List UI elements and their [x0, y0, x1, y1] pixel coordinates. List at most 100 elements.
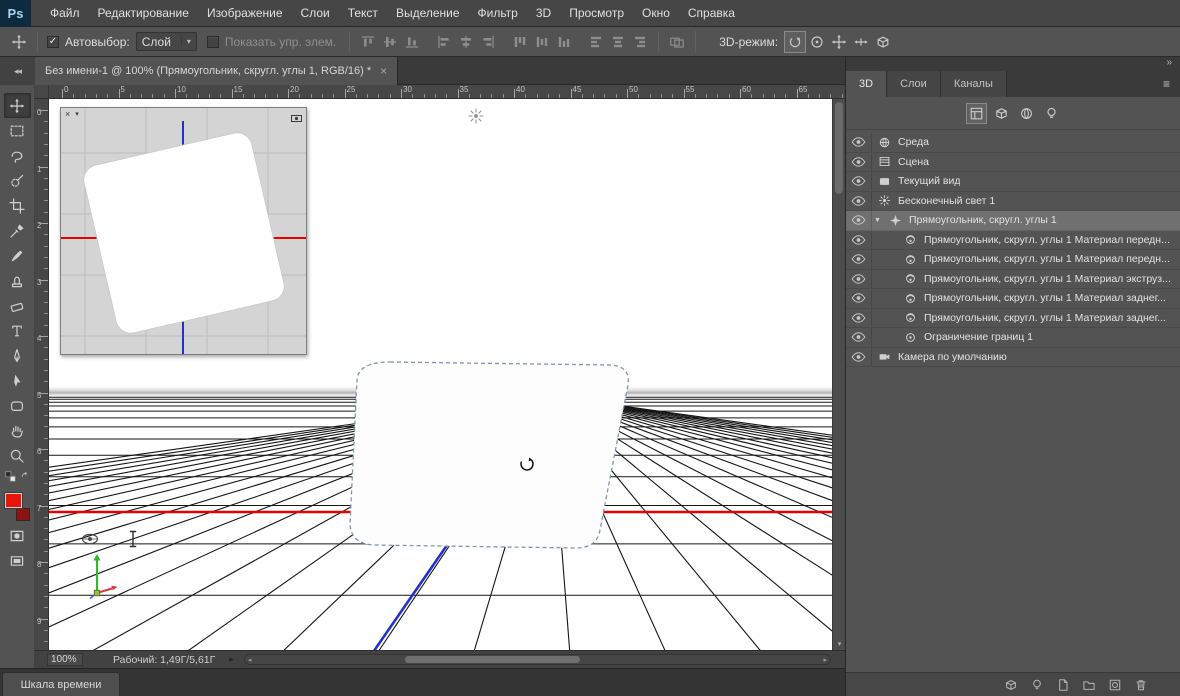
3d-tree-item[interactable]: Прямоугольник, скругл. углы 1 Материал з… [846, 309, 1180, 329]
filter-lights-icon[interactable] [1041, 103, 1062, 124]
swap-colors-icon[interactable] [19, 470, 31, 488]
document-tab[interactable]: Без имени-1 @ 100% (Прямоугольник, скруг… [35, 57, 398, 85]
align-bottom-icon[interactable] [401, 31, 423, 53]
visibility-eye-icon[interactable] [846, 172, 872, 191]
rounded-rectangle-tool[interactable] [4, 393, 31, 418]
scale-mode-icon[interactable] [872, 31, 894, 53]
visibility-eye-icon[interactable] [846, 211, 872, 230]
menu-item[interactable]: Редактирование [89, 0, 198, 27]
type-tool[interactable] [4, 318, 31, 343]
visibility-eye-icon[interactable] [846, 348, 872, 367]
secondary-view-menu-icon[interactable]: ▾ [75, 110, 79, 118]
horizontal-scrollbar-thumb[interactable] [405, 656, 580, 663]
menu-item[interactable]: Окно [633, 0, 679, 27]
dist-right-icon[interactable] [629, 31, 651, 53]
new-light-icon[interactable] [1030, 678, 1044, 692]
3d-tree-item[interactable]: Текущий вид [846, 172, 1180, 192]
zoom-tool[interactable] [4, 443, 31, 468]
hand-tool[interactable] [4, 418, 31, 443]
menu-item[interactable]: Слои [292, 0, 339, 27]
3d-tree-item[interactable]: Прямоугольник, скругл. углы 1 Материал э… [846, 270, 1180, 290]
3d-tree-item[interactable]: Сцена [846, 153, 1180, 173]
3d-tree-item[interactable]: Бесконечный свет 1 [846, 192, 1180, 212]
autoselect-checkbox[interactable]: ✓ [47, 36, 59, 48]
background-color-swatch[interactable] [16, 508, 30, 521]
secondary-view-swap-icon[interactable] [291, 110, 302, 128]
brush-tool[interactable] [4, 243, 31, 268]
menu-item[interactable]: Изображение [198, 0, 292, 27]
auto-align-icon[interactable] [666, 31, 688, 53]
scroll-left-icon[interactable]: ◂ [248, 656, 252, 664]
visibility-eye-icon[interactable] [846, 328, 872, 347]
3d-tree-item[interactable]: Прямоугольник, скругл. углы 1 Материал п… [846, 231, 1180, 251]
visibility-eye-icon[interactable] [846, 270, 872, 289]
dist-vcenter-icon[interactable] [531, 31, 553, 53]
visibility-eye-icon[interactable] [846, 289, 872, 308]
lasso-tool[interactable] [4, 143, 31, 168]
ruler-origin[interactable] [35, 85, 49, 99]
menu-item[interactable]: Справка [679, 0, 744, 27]
clone-stamp-tool[interactable] [4, 268, 31, 293]
quick-mask-icon[interactable] [4, 523, 31, 548]
visibility-eye-icon[interactable] [846, 231, 872, 250]
move-tool[interactable] [4, 93, 31, 118]
dist-left-icon[interactable] [585, 31, 607, 53]
dist-hcenter-icon[interactable] [607, 31, 629, 53]
timeline-tab[interactable]: Шкала времени [2, 672, 120, 696]
visibility-eye-icon[interactable] [846, 153, 872, 172]
orbit-mode-icon[interactable] [784, 31, 806, 53]
default-colors-icon[interactable] [4, 470, 17, 488]
vertical-scrollbar[interactable]: ▾ [832, 99, 845, 650]
menu-item[interactable]: Просмотр [560, 0, 633, 27]
collapse-arrow-icon[interactable]: ▼ [872, 217, 883, 224]
filter-materials-icon[interactable] [1016, 103, 1037, 124]
render-icon[interactable] [1108, 678, 1122, 692]
crop-tool[interactable] [4, 193, 31, 218]
roll-mode-icon[interactable] [806, 31, 828, 53]
panel-tab-3D[interactable]: 3D [846, 71, 887, 97]
close-icon[interactable]: × [380, 64, 387, 78]
screen-mode-icon[interactable] [4, 548, 31, 573]
3d-tree-item[interactable]: ▼Прямоугольник, скругл. углы 1 [846, 211, 1180, 231]
secondary-view-close-icon[interactable]: × [65, 109, 70, 119]
align-right-icon[interactable] [477, 31, 499, 53]
3d-tree-item[interactable]: Прямоугольник, скругл. углы 1 Материал п… [846, 250, 1180, 270]
new-texture-icon[interactable] [1056, 678, 1070, 692]
new-mesh-icon[interactable] [1004, 678, 1018, 692]
filter-scene-icon[interactable] [966, 103, 987, 124]
foreground-color-swatch[interactable] [5, 493, 22, 508]
3d-tree-item[interactable]: Ограничение границ 1 [846, 328, 1180, 348]
visibility-eye-icon[interactable] [846, 192, 872, 211]
zoom-level[interactable]: 100% [47, 653, 83, 666]
panel-menu-icon[interactable]: ≡ [1163, 77, 1170, 91]
menu-item[interactable]: Файл [41, 0, 89, 27]
3d-tree-item[interactable]: Среда [846, 133, 1180, 153]
menu-item[interactable]: Выделение [387, 0, 469, 27]
quick-selection-tool[interactable] [4, 168, 31, 193]
align-hcenter-icon[interactable] [455, 31, 477, 53]
vertical-scrollbar-thumb[interactable] [835, 102, 843, 194]
dist-top-icon[interactable] [509, 31, 531, 53]
pen-tool[interactable] [4, 343, 31, 368]
path-selection-tool[interactable] [4, 368, 31, 393]
eyedropper-tool[interactable] [4, 218, 31, 243]
slide-mode-icon[interactable] [850, 31, 872, 53]
toolbar-collapse-icon[interactable]: ◂◂ [0, 57, 35, 85]
visibility-eye-icon[interactable] [846, 133, 872, 152]
scroll-right-icon[interactable]: ▸ [823, 656, 827, 664]
autoselect-target-dropdown[interactable]: Слой ▾ [136, 32, 197, 51]
new-group-icon[interactable] [1082, 678, 1096, 692]
menu-item[interactable]: Фильтр [469, 0, 527, 27]
align-left-icon[interactable] [433, 31, 455, 53]
delete-icon[interactable] [1134, 678, 1148, 692]
align-vcenter-icon[interactable] [379, 31, 401, 53]
menu-item[interactable]: Текст [339, 0, 387, 27]
panel-tab-Каналы[interactable]: Каналы [941, 71, 1007, 97]
secondary-view[interactable]: × ▾ [60, 107, 307, 355]
visibility-eye-icon[interactable] [846, 309, 872, 328]
panel-collapse-icon[interactable]: » [1166, 57, 1172, 68]
horizontal-scrollbar[interactable]: ◂ ▸ [244, 654, 831, 665]
menu-item[interactable]: 3D [527, 0, 560, 27]
panel-tab-Слои[interactable]: Слои [887, 71, 941, 97]
eraser-tool[interactable] [4, 293, 31, 318]
